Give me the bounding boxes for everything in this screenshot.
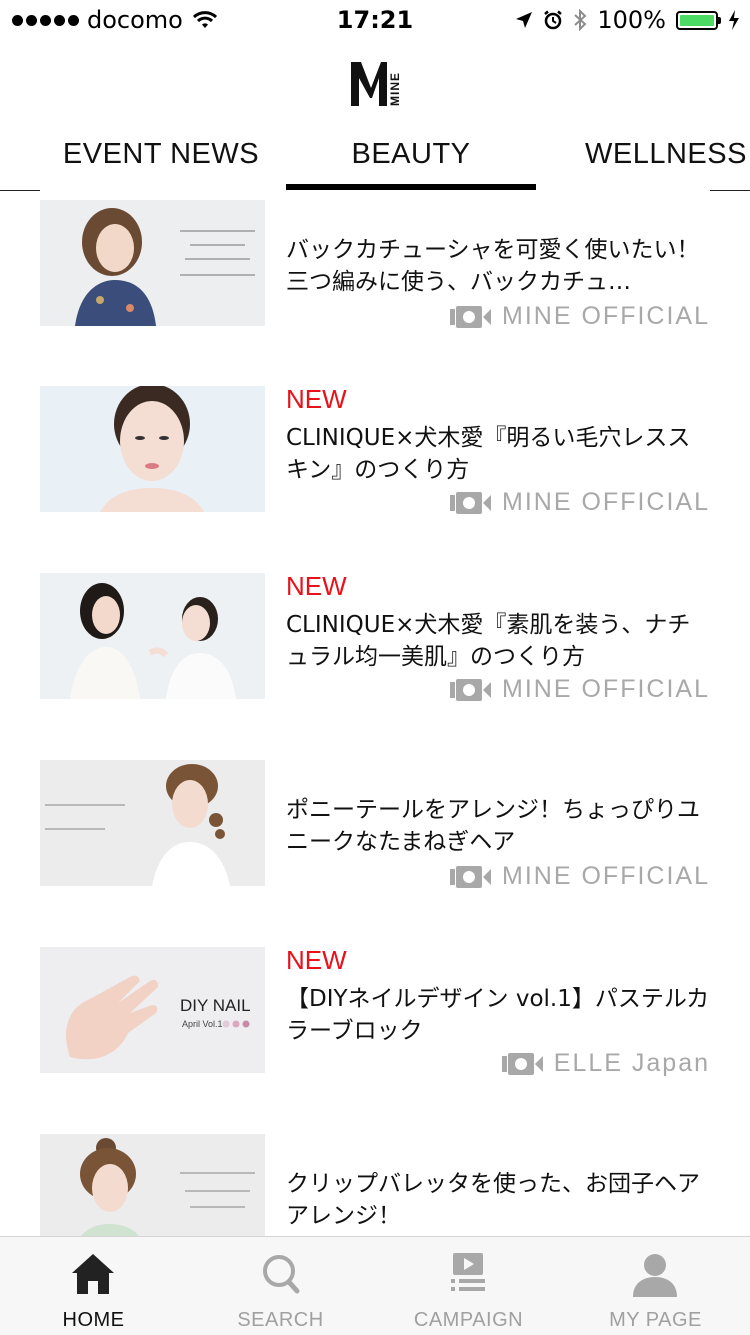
article-thumbnail bbox=[40, 1134, 265, 1236]
article-thumbnail bbox=[40, 573, 265, 699]
bottom-tab-bar: HOME SEARCH CAMPAIGN MY PAGE bbox=[0, 1236, 750, 1335]
source-name: MINE OFFICIAL bbox=[502, 488, 710, 516]
article-source: MINE OFFICIAL bbox=[450, 862, 710, 891]
article-item[interactable]: クリップバレッタを使った、お団子ヘアアレンジ！ bbox=[40, 1104, 710, 1236]
article-source: MINE OFFICIAL bbox=[450, 302, 710, 331]
source-name: MINE OFFICIAL bbox=[502, 302, 710, 330]
article-feed: バックカチューシャを可愛く使いたい！三つ編みに使う、バックカチュ… MINE O… bbox=[40, 0, 710, 1236]
nav-my-page[interactable]: MY PAGE bbox=[562, 1237, 749, 1335]
nav-search[interactable]: SEARCH bbox=[187, 1237, 374, 1335]
source-name: MINE OFFICIAL bbox=[502, 675, 710, 703]
nav-label: SEARCH bbox=[237, 1309, 324, 1331]
new-badge: NEW bbox=[286, 945, 347, 975]
article-thumbnail bbox=[40, 200, 265, 326]
article-title: CLINIQUE×犬木愛『明るい毛穴レススキン』のつくり方 bbox=[286, 425, 691, 483]
article-source: ELLE Japan bbox=[501, 1049, 710, 1078]
article-source: MINE OFFICIAL bbox=[450, 488, 710, 517]
article-item[interactable]: NEW CLINIQUE×犬木愛『素肌を装う、ナチュラル均一美肌』のつくり方 M… bbox=[40, 543, 710, 731]
article-item[interactable]: バックカチューシャを可愛く使いたい！三つ編みに使う、バックカチュ… MINE O… bbox=[40, 190, 710, 357]
article-thumbnail bbox=[40, 386, 265, 512]
video-camera-icon bbox=[450, 865, 492, 888]
nav-label: CAMPAIGN bbox=[413, 1309, 524, 1331]
article-title: クリップバレッタを使った、お団子ヘアアレンジ！ bbox=[286, 1171, 700, 1229]
video-camera-icon bbox=[450, 678, 492, 701]
thumb-diy-title: DIY NAIL bbox=[180, 996, 251, 1015]
article-title: CLINIQUE×犬木愛『素肌を装う、ナチュラル均一美肌』のつくり方 bbox=[286, 612, 691, 670]
nav-label: HOME bbox=[62, 1309, 125, 1331]
article-source: MINE OFFICIAL bbox=[450, 675, 710, 704]
nav-home[interactable]: HOME bbox=[0, 1237, 187, 1335]
user-icon bbox=[633, 1254, 677, 1297]
article-title: ポニーテールをアレンジ！ちょっぴりユニークなたまねぎヘア bbox=[286, 797, 700, 855]
search-icon bbox=[263, 1255, 300, 1294]
nav-campaign[interactable]: CAMPAIGN bbox=[375, 1237, 562, 1335]
source-name: ELLE Japan bbox=[553, 1049, 710, 1077]
article-title: 【DIYネイルデザイン vol.1】パステルカラーブロック bbox=[286, 986, 710, 1044]
campaign-icon bbox=[451, 1253, 485, 1291]
article-item[interactable]: NEW CLINIQUE×犬木愛『明るい毛穴レススキン』のつくり方 MINE O… bbox=[40, 356, 710, 544]
video-camera-icon bbox=[450, 305, 492, 328]
thumb-diy-sub: April Vol.1 bbox=[182, 1019, 223, 1029]
video-camera-icon bbox=[450, 491, 492, 514]
home-icon bbox=[72, 1254, 114, 1294]
article-item[interactable]: ポニーテールをアレンジ！ちょっぴりユニークなたまねぎヘア MINE OFFICI… bbox=[40, 730, 710, 918]
article-thumbnail bbox=[40, 760, 265, 886]
article-title: バックカチューシャを可愛く使いたい！三つ編みに使う、バックカチュ… bbox=[286, 237, 700, 295]
article-thumbnail: DIY NAIL April Vol.1 bbox=[40, 947, 265, 1073]
video-camera-icon bbox=[501, 1052, 543, 1075]
article-item[interactable]: DIY NAIL April Vol.1 NEW 【DIYネイルデザイン vol… bbox=[40, 917, 710, 1105]
charging-bolt-icon bbox=[729, 10, 739, 30]
nav-label: MY PAGE bbox=[609, 1309, 702, 1331]
source-name: MINE OFFICIAL bbox=[502, 862, 710, 890]
new-badge: NEW bbox=[286, 384, 347, 414]
new-badge: NEW bbox=[286, 571, 347, 601]
